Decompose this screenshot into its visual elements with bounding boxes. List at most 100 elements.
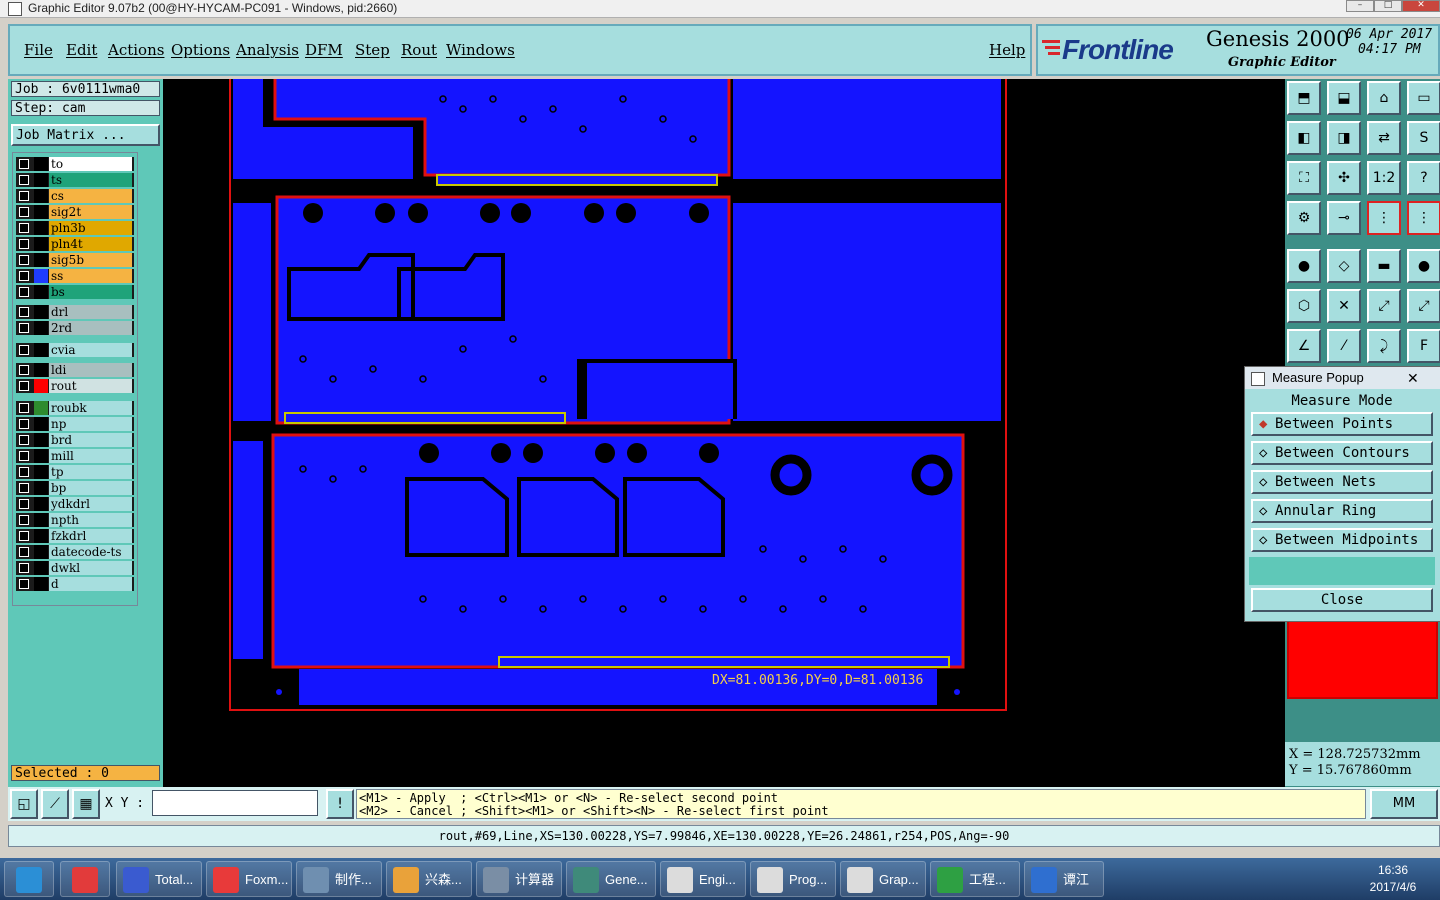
layer-row-pln3b[interactable]: pln3b [16, 221, 134, 235]
layer-row-bs[interactable]: bs [16, 285, 134, 299]
menu-dfm[interactable]: DFM [305, 41, 343, 59]
layer-row-dwkl[interactable]: dwkl [16, 561, 134, 575]
zoom-scale-icon[interactable]: 1:2 [1367, 161, 1401, 195]
layer-checkbox[interactable] [19, 403, 29, 413]
layer-row-rout[interactable]: rout [16, 379, 134, 393]
menu-rout[interactable]: Rout [401, 41, 437, 59]
layer-checkbox[interactable] [19, 255, 29, 265]
layer-row-fzkdrl[interactable]: fzkdrl [16, 529, 134, 543]
taskbar-item[interactable]: Engi... [660, 861, 746, 897]
taskbar-item[interactable]: Gene... [566, 861, 656, 897]
layer-row-drl[interactable]: drl [16, 305, 134, 319]
line-icon[interactable]: ⁄ [1327, 329, 1361, 363]
window-icon[interactable]: ▭ [1407, 81, 1440, 115]
mode-between-points[interactable]: ◆ Between Points [1251, 412, 1433, 436]
layer-checkbox[interactable] [19, 223, 29, 233]
taskbar-item[interactable]: Total... [116, 861, 202, 897]
layer-row-cvia[interactable]: cvia [16, 343, 134, 357]
layer-row-ss[interactable]: ss [16, 269, 134, 283]
layer-checkbox[interactable] [19, 499, 29, 509]
taskbar-item[interactable]: 制作... [296, 861, 382, 897]
taskbar-item[interactable]: Grap... [840, 861, 926, 897]
layer-checkbox[interactable] [19, 451, 29, 461]
graphic-canvas[interactable]: DX=81.00136,DY=0,D=81.00136 [163, 79, 1285, 787]
arc-icon[interactable]: ⤸ [1367, 329, 1401, 363]
layer-checkbox[interactable] [19, 159, 29, 169]
layer-checkbox[interactable] [19, 207, 29, 217]
open-icon[interactable]: ⬒ [1287, 81, 1321, 115]
snap-icon[interactable]: S [1407, 121, 1440, 155]
help-icon[interactable]: ? [1407, 161, 1440, 195]
info-icon[interactable]: ! [326, 789, 354, 819]
mode-between-contours[interactable]: ◇ Between Contours [1251, 441, 1433, 465]
layer-row-tp[interactable]: tp [16, 465, 134, 479]
pcb-view[interactable]: DX=81.00136,DY=0,D=81.00136 [163, 79, 1285, 787]
pan-left-icon[interactable]: ◧ [1287, 121, 1321, 155]
layer-checkbox[interactable] [19, 531, 29, 541]
taskbar-item[interactable]: 兴森... [386, 861, 472, 897]
layer-checkbox[interactable] [19, 345, 29, 355]
layer-checkbox[interactable] [19, 419, 29, 429]
tools-icon[interactable]: ⚙ [1287, 201, 1321, 235]
layer-checkbox[interactable] [19, 191, 29, 201]
menu-windows[interactable]: Windows [446, 41, 515, 59]
layer-row-to[interactable]: to [16, 157, 134, 171]
layer-checkbox[interactable] [19, 287, 29, 297]
key-icon[interactable]: ⊸ [1327, 201, 1361, 235]
intersect-icon[interactable]: ✕ [1327, 289, 1361, 323]
layer-checkbox[interactable] [19, 271, 29, 281]
layer-row-pln4t[interactable]: pln4t [16, 237, 134, 251]
close-button[interactable]: Close [1251, 588, 1433, 612]
pan-right-icon[interactable]: ◨ [1327, 121, 1361, 155]
text-icon[interactable]: F [1407, 329, 1440, 363]
taskbar-item[interactable]: 计算器 [476, 861, 562, 897]
layer-checkbox[interactable] [19, 175, 29, 185]
layer-row-mill[interactable]: mill [16, 449, 134, 463]
layer-row-2rd[interactable]: 2rd [16, 321, 134, 335]
taskbar-item[interactable] [4, 861, 54, 897]
clock[interactable]: 16:36 2017/4/6 [1350, 862, 1436, 896]
select-area-icon[interactable]: ◇ [1327, 249, 1361, 283]
xy-input[interactable] [152, 790, 318, 816]
layer-row-d[interactable]: d [16, 577, 134, 591]
layer-checkbox[interactable] [19, 323, 29, 333]
menu-options[interactable]: Options [171, 41, 230, 59]
layer-row-bp[interactable]: bp [16, 481, 134, 495]
mode-annular-ring[interactable]: ◇ Annular Ring [1251, 499, 1433, 523]
popup-close-icon[interactable]: ✕ [1407, 367, 1419, 389]
menu-edit[interactable]: Edit [66, 41, 97, 59]
save-icon[interactable]: ⬓ [1327, 81, 1361, 115]
layer-row-ydkdrl[interactable]: ydkdrl [16, 497, 134, 511]
job-matrix-button[interactable]: Job Matrix ... [11, 124, 160, 146]
menu-file[interactable]: File [24, 41, 53, 59]
layer-checkbox[interactable] [19, 563, 29, 573]
layer-row-np[interactable]: np [16, 417, 134, 431]
dot-icon[interactable]: ● [1407, 249, 1440, 283]
layer-checkbox[interactable] [19, 515, 29, 525]
mirror-icon[interactable]: ⇄ [1367, 121, 1401, 155]
taskbar-item[interactable] [60, 861, 110, 897]
close-window-button[interactable]: ✕ [1402, 0, 1440, 12]
pad-icon[interactable]: ● [1287, 249, 1321, 283]
layer-checkbox[interactable] [19, 365, 29, 375]
layer-checkbox[interactable] [19, 239, 29, 249]
angle-icon[interactable]: ∠ [1287, 329, 1321, 363]
grid-icon[interactable]: ▦ [72, 789, 100, 819]
mode-between-nets[interactable]: ◇ Between Nets [1251, 470, 1433, 494]
menu-step[interactable]: Step [355, 41, 390, 59]
connect-icon[interactable]: ⤢ [1367, 289, 1401, 323]
taskbar-item[interactable]: Prog... [750, 861, 836, 897]
connect-alt-icon[interactable]: ⤢ [1407, 289, 1440, 323]
measure-tool-icon[interactable]: ⟋ [41, 789, 69, 819]
home-icon[interactable]: ⌂ [1367, 81, 1401, 115]
net-compare-icon[interactable]: ⋮ [1407, 201, 1440, 235]
polygon-icon[interactable]: ⬡ [1287, 289, 1321, 323]
layer-checkbox[interactable] [19, 381, 29, 391]
layer-checkbox[interactable] [19, 547, 29, 557]
taskbar-item[interactable]: Foxm... [206, 861, 292, 897]
layer-row-sig2t[interactable]: sig2t [16, 205, 134, 219]
layer-row-ldi[interactable]: ldi [16, 363, 134, 377]
maximize-button[interactable]: □ [1374, 0, 1402, 12]
taskbar-item[interactable]: 谭江 [1024, 861, 1104, 897]
zoom-area-icon[interactable]: ◱ [10, 789, 38, 819]
